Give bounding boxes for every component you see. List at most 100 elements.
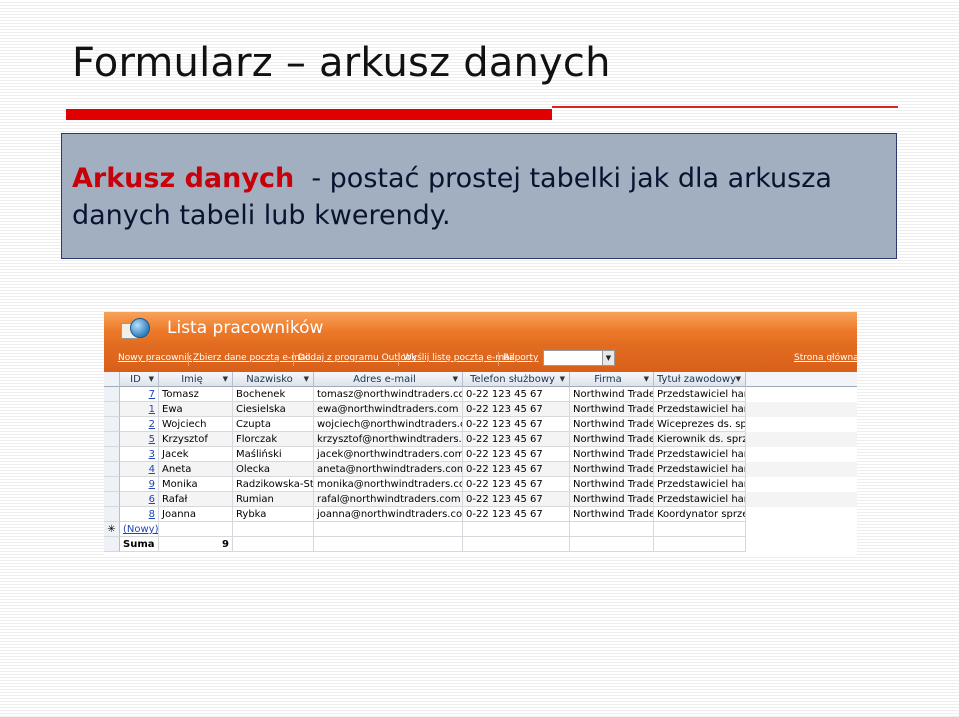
row-selector[interactable] [104, 417, 120, 432]
id-cell[interactable]: 2 [120, 417, 159, 432]
email-cell[interactable]: joanna@northwindtraders.com [314, 507, 463, 522]
company-cell[interactable]: Northwind Traders [570, 492, 654, 507]
company-cell[interactable]: Northwind Traders [570, 432, 654, 447]
id-cell[interactable]: 3 [120, 447, 159, 462]
row-selector[interactable] [104, 477, 120, 492]
job-title-cell[interactable]: Koordynator sprzedaży [654, 507, 746, 522]
column-header-first-name[interactable]: Imię ▼ [159, 372, 233, 387]
job-title-cell[interactable]: Przedstawiciel handlowy [654, 492, 746, 507]
column-header-id[interactable]: ID ▼ [120, 372, 159, 387]
job-title-cell[interactable]: Przedstawiciel handlowy [654, 447, 746, 462]
first-name-cell[interactable]: Jacek [159, 447, 233, 462]
id-cell[interactable]: 5 [120, 432, 159, 447]
table-row[interactable]: 4 Aneta Olecka aneta@northwindtraders.com 0-… [104, 462, 857, 477]
job-title-cell[interactable]: Kierownik ds. sprzedaży [654, 432, 746, 447]
id-cell[interactable]: 9 [120, 477, 159, 492]
first-name-cell[interactable]: Rafał [159, 492, 233, 507]
row-selector[interactable] [104, 507, 120, 522]
email-cell[interactable]: jacek@northwindtraders.com [314, 447, 463, 462]
phone-cell[interactable]: 0-22 123 45 67 [463, 417, 570, 432]
row-selector[interactable] [104, 402, 120, 417]
grid-cell[interactable] [233, 522, 314, 537]
first-name-cell[interactable]: Wojciech [159, 417, 233, 432]
row-selector[interactable] [104, 462, 120, 477]
grid-cell[interactable] [654, 522, 746, 537]
chevron-down-icon[interactable]: ▼ [602, 351, 614, 365]
table-row[interactable]: 2 Wojciech Czupta wojciech@northwindtraders… [104, 417, 857, 432]
job-title-cell[interactable]: Wiceprezes ds. sprzedaży [654, 417, 746, 432]
email-cell[interactable]: tomasz@northwindtraders.com [314, 387, 463, 402]
home-link[interactable]: Strona główna [794, 353, 857, 363]
column-header-job-title[interactable]: Tytuł zawodowy ▼ [654, 372, 746, 387]
first-name-cell[interactable]: Krzysztof [159, 432, 233, 447]
grid-cell[interactable] [570, 522, 654, 537]
table-row[interactable]: 3 Jacek Maśliński jacek@northwindtraders.co… [104, 447, 857, 462]
phone-cell[interactable]: 0-22 123 45 67 [463, 402, 570, 417]
new-employee-link[interactable]: Nowy pracownik [118, 353, 192, 363]
job-title-cell[interactable]: Przedstawiciel handlowy [654, 402, 746, 417]
id-cell[interactable]: 8 [120, 507, 159, 522]
job-title-cell[interactable]: Przedstawiciel handlowy [654, 477, 746, 492]
grid-cell[interactable] [159, 522, 233, 537]
last-name-cell[interactable]: Radzikowska-Strzelecka [233, 477, 314, 492]
company-cell[interactable]: Northwind Traders [570, 402, 654, 417]
id-cell[interactable]: 6 [120, 492, 159, 507]
new-record-row[interactable]: ✳ (Nowy) [104, 522, 857, 537]
reports-dropdown[interactable]: ▼ [543, 350, 615, 366]
select-all-corner[interactable] [104, 372, 120, 387]
table-row[interactable]: 1 Ewa Ciesielska ewa@northwindtraders.com 0-… [104, 402, 857, 417]
last-name-cell[interactable]: Bochenek [233, 387, 314, 402]
column-header-email[interactable]: Adres e-mail ▼ [314, 372, 463, 387]
last-name-cell[interactable]: Czupta [233, 417, 314, 432]
phone-cell[interactable]: 0-22 123 45 67 [463, 387, 570, 402]
row-selector[interactable] [104, 492, 120, 507]
company-cell[interactable]: Northwind Traders [570, 387, 654, 402]
table-row[interactable]: 8 Joanna Rybka joanna@northwindtraders.com 0… [104, 507, 857, 522]
id-cell[interactable]: 1 [120, 402, 159, 417]
first-name-cell[interactable]: Monika [159, 477, 233, 492]
email-cell[interactable]: ewa@northwindtraders.com [314, 402, 463, 417]
row-selector[interactable] [104, 387, 120, 402]
first-name-cell[interactable]: Joanna [159, 507, 233, 522]
phone-cell[interactable]: 0-22 123 45 67 [463, 492, 570, 507]
id-cell[interactable]: 7 [120, 387, 159, 402]
first-name-cell[interactable]: Aneta [159, 462, 233, 477]
first-name-cell[interactable]: Ewa [159, 402, 233, 417]
company-cell[interactable]: Northwind Traders [570, 507, 654, 522]
row-selector[interactable] [104, 447, 120, 462]
email-cell[interactable]: wojciech@northwindtraders.com [314, 417, 463, 432]
phone-cell[interactable]: 0-22 123 45 67 [463, 462, 570, 477]
last-name-cell[interactable]: Maśliński [233, 447, 314, 462]
phone-cell[interactable]: 0-22 123 45 67 [463, 447, 570, 462]
table-row[interactable]: 9MonikaRadzikowska-Strzeleckamonika@nort… [104, 477, 857, 492]
last-name-cell[interactable]: Ciesielska [233, 402, 314, 417]
column-header-company[interactable]: Firma ▼ [570, 372, 654, 387]
phone-cell[interactable]: 0-22 123 45 67 [463, 432, 570, 447]
last-name-cell[interactable]: Rumian [233, 492, 314, 507]
row-selector[interactable] [104, 432, 120, 447]
table-row[interactable]: 6 Rafał Rumian rafal@northwindtraders.com 0-… [104, 492, 857, 507]
phone-cell[interactable]: 0-22 123 45 67 [463, 507, 570, 522]
table-row[interactable]: 5 Krzysztof Florczak krzysztof@northwindtra… [104, 432, 857, 447]
last-name-cell[interactable]: Olecka [233, 462, 314, 477]
column-header-phone[interactable]: Telefon służbowy ▼ [463, 372, 570, 387]
first-name-cell[interactable]: Tomasz [159, 387, 233, 402]
id-cell[interactable]: 4 [120, 462, 159, 477]
email-cell[interactable]: rafal@northwindtraders.com [314, 492, 463, 507]
company-cell[interactable]: Northwind Traders [570, 462, 654, 477]
company-cell[interactable]: Northwind Traders [570, 417, 654, 432]
email-cell[interactable]: krzysztof@northwindtraders.com [314, 432, 463, 447]
table-row[interactable]: 7 Tomasz Bochenek tomasz@northwindtraders.c… [104, 387, 857, 402]
email-cell[interactable]: aneta@northwindtraders.com [314, 462, 463, 477]
job-title-cell[interactable]: Przedstawiciel handlowy [654, 387, 746, 402]
phone-cell[interactable]: 0-22 123 45 67 [463, 477, 570, 492]
company-cell[interactable]: Northwind Traders [570, 477, 654, 492]
last-name-cell[interactable]: Rybka [233, 507, 314, 522]
last-name-cell[interactable]: Florczak [233, 432, 314, 447]
email-cell[interactable]: monika@northwindtraders.com [314, 477, 463, 492]
job-title-cell[interactable]: Przedstawiciel handlowy [654, 462, 746, 477]
new-record-link[interactable]: (Nowy) [120, 522, 159, 537]
company-cell[interactable]: Northwind Traders [570, 447, 654, 462]
column-header-last-name[interactable]: Nazwisko ▼ [233, 372, 314, 387]
grid-cell[interactable] [463, 522, 570, 537]
